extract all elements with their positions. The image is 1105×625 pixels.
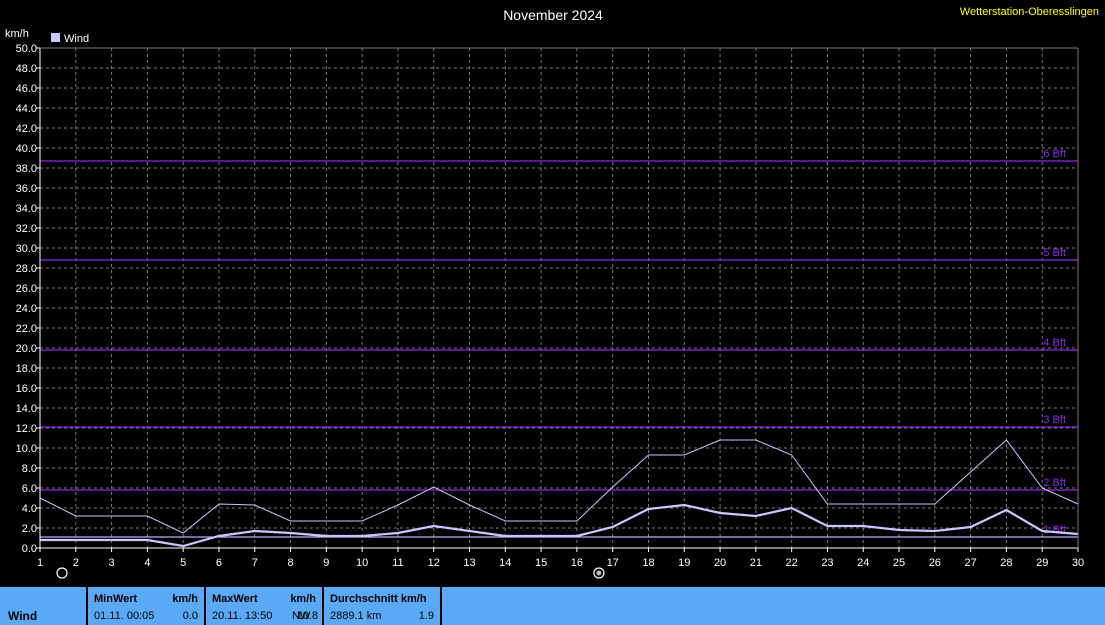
beaufort-label: 4 Bft bbox=[1043, 337, 1066, 349]
x-tick-label: 5 bbox=[180, 557, 186, 569]
y-tick-label: 8.0 bbox=[22, 463, 37, 475]
x-tick-label: 12 bbox=[428, 557, 440, 569]
legend-label: Wind bbox=[64, 33, 89, 45]
x-tick-label: 19 bbox=[678, 557, 690, 569]
moon-phases bbox=[56, 567, 605, 579]
x-tick-label: 13 bbox=[463, 557, 475, 569]
x-tick-label: 14 bbox=[499, 557, 511, 569]
x-tick-label: 22 bbox=[786, 557, 798, 569]
y-tick-label: 34.0 bbox=[16, 203, 37, 215]
y-tick-label: 26.0 bbox=[16, 283, 37, 295]
full-moon-inner bbox=[596, 570, 602, 576]
y-axis-label: km/h bbox=[5, 28, 29, 40]
y-tick-label: 6.0 bbox=[22, 483, 37, 495]
legend-swatch bbox=[51, 33, 60, 42]
x-tick-label: 29 bbox=[1036, 557, 1048, 569]
legend: Wind bbox=[51, 33, 89, 45]
y-tick-label: 48.0 bbox=[16, 63, 37, 75]
x-tick-label: 28 bbox=[1000, 557, 1012, 569]
min-unit: km/h bbox=[172, 593, 198, 605]
y-tick-label: 32.0 bbox=[16, 223, 37, 235]
y-tick-label: 16.0 bbox=[16, 383, 37, 395]
beaufort-label: 2 Bft bbox=[1043, 477, 1066, 489]
min-header: MinWert bbox=[94, 593, 138, 605]
max-value: 10.8 bbox=[296, 610, 318, 622]
beaufort-lines: 1 Bft 2 Bft 3 Bft 4 Bft 5 Bft 6 Bft bbox=[40, 148, 1078, 538]
series-line-wind bbox=[40, 503, 1079, 548]
x-tick-label: 25 bbox=[893, 557, 905, 569]
y-tick-label: 40.0 bbox=[16, 143, 37, 155]
y-tick-label: 20.0 bbox=[16, 343, 37, 355]
x-tick-label: 4 bbox=[144, 557, 150, 569]
y-tick-label: 2.0 bbox=[22, 523, 37, 535]
y-tick-label: 0.0 bbox=[22, 543, 37, 555]
x-tick-label: 2 bbox=[73, 557, 79, 569]
new-moon-icon bbox=[56, 567, 68, 579]
grid bbox=[40, 47, 1078, 548]
max-unit: km/h bbox=[290, 593, 316, 605]
y-tick-label: 46.0 bbox=[16, 83, 37, 95]
max-header: MaxWert bbox=[212, 593, 258, 605]
x-tick-label: 8 bbox=[287, 557, 293, 569]
y-tick-label: 42.0 bbox=[16, 123, 37, 135]
x-tick-label: 27 bbox=[964, 557, 976, 569]
x-tick-label: 15 bbox=[535, 557, 547, 569]
avg-header: Durchschnitt km/h bbox=[330, 593, 427, 605]
y-tick-label: 28.0 bbox=[16, 263, 37, 275]
y-tick-label: 18.0 bbox=[16, 363, 37, 375]
y-tick-label: 14.0 bbox=[16, 403, 37, 415]
y-tick-label: 22.0 bbox=[16, 323, 37, 335]
beaufort-label: 6 Bft bbox=[1043, 148, 1066, 160]
stats-row-label: Wind bbox=[8, 609, 38, 623]
x-tick-label: 7 bbox=[252, 557, 258, 569]
chart-title: November 2024 bbox=[503, 7, 603, 23]
avg-value: 1.9 bbox=[418, 610, 434, 622]
x-tick-label: 30 bbox=[1072, 557, 1084, 569]
x-tick-label: 6 bbox=[216, 557, 222, 569]
x-tick-label: 16 bbox=[571, 557, 583, 569]
min-cell: MinWert km/h 01.11. 00:05 0.0 bbox=[88, 587, 204, 625]
beaufort-label: 5 Bft bbox=[1043, 247, 1066, 259]
y-tick-label: 10.0 bbox=[16, 443, 37, 455]
x-tick-label: 24 bbox=[857, 557, 869, 569]
x-tick-label: 23 bbox=[821, 557, 833, 569]
y-tick-label: 38.0 bbox=[16, 163, 37, 175]
x-tick-label: 3 bbox=[109, 557, 115, 569]
x-tick-label: 1 bbox=[37, 557, 43, 569]
y-tick-label: 36.0 bbox=[16, 183, 37, 195]
beaufort-label: 3 Bft bbox=[1043, 414, 1066, 426]
beaufort-label: 1 Bft bbox=[1043, 524, 1066, 536]
axes bbox=[36, 47, 1079, 552]
avg-distance: 2889.1 km bbox=[330, 610, 382, 622]
min-when: 01.11. 00:05 bbox=[94, 610, 155, 622]
series-lines bbox=[39, 439, 1079, 548]
x-tick-label: 9 bbox=[323, 557, 329, 569]
x-tick-label: 20 bbox=[714, 557, 726, 569]
y-tick-label: 24.0 bbox=[16, 303, 37, 315]
max-cell: MaxWert km/h 20.11. 13:50 NW 10.8 bbox=[206, 587, 322, 625]
stats-bar: Wind MinWert km/h 01.11. 00:05 0.0 MaxWe… bbox=[0, 587, 1105, 625]
station-name: Wetterstation-Oberesslingen bbox=[959, 6, 1099, 18]
y-tick-label: 4.0 bbox=[22, 503, 37, 515]
stats-filler bbox=[442, 587, 1105, 625]
stats-row-label-cell: Wind bbox=[0, 587, 86, 625]
avg-cell: Durchschnitt km/h 2889.1 km 1.9 bbox=[324, 587, 440, 625]
min-value: 0.0 bbox=[182, 610, 198, 622]
x-tick-label: 10 bbox=[356, 557, 368, 569]
series-line-1 bbox=[39, 439, 1079, 534]
x-tick-label: 11 bbox=[392, 557, 403, 569]
max-when: 20.11. 13:50 bbox=[212, 610, 273, 622]
wind-chart: 1 Bft 2 Bft 3 Bft 4 Bft 5 Bft 6 Bft 0.0 2.0 4.0… bbox=[5, 7, 1084, 579]
y-tick-label: 30.0 bbox=[16, 243, 37, 255]
y-tick-label: 50.0 bbox=[16, 43, 37, 55]
x-tick-label: 18 bbox=[642, 557, 654, 569]
x-tick-label: 21 bbox=[750, 557, 762, 569]
x-tick-label: 26 bbox=[929, 557, 941, 569]
y-tick-label: 12.0 bbox=[16, 423, 37, 435]
y-tick-label: 44.0 bbox=[16, 103, 37, 115]
x-tick-label: 17 bbox=[607, 557, 619, 569]
